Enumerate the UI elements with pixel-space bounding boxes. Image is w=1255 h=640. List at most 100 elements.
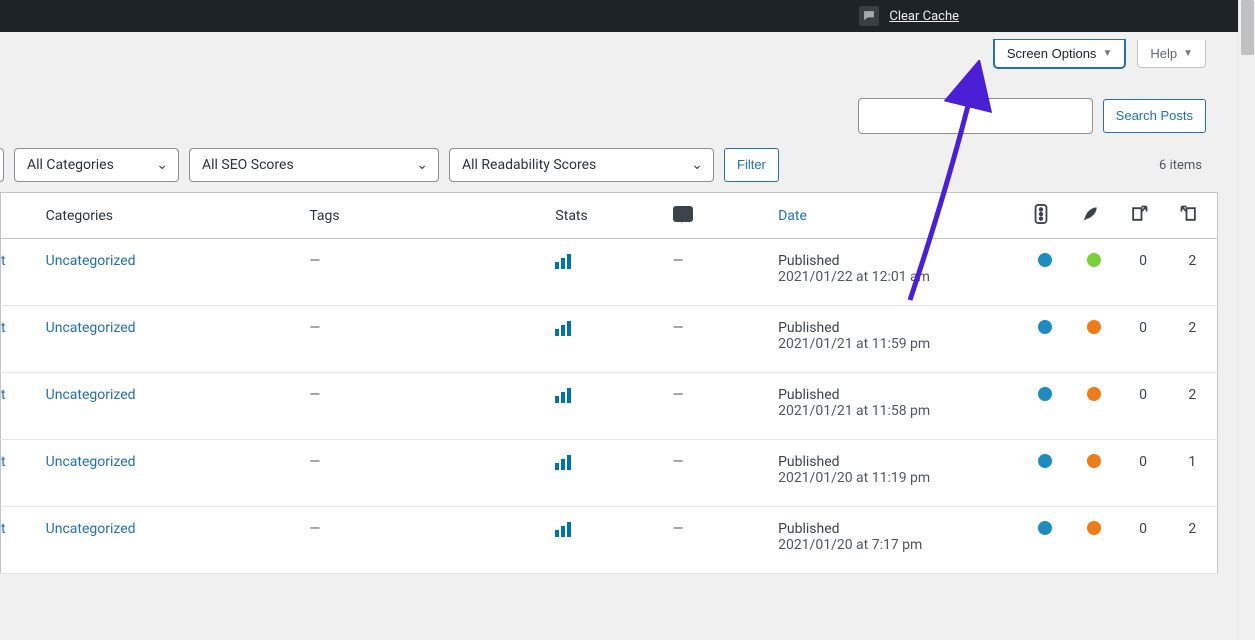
seo-dot <box>1038 521 1052 535</box>
admin-bar: Clear Cache <box>0 0 1255 32</box>
seo-dot <box>1038 387 1052 401</box>
filter-button[interactable]: Filter <box>724 148 779 182</box>
scrollbar-thumb[interactable] <box>1241 0 1254 55</box>
items-count: 6 items <box>1159 158 1206 173</box>
date-cell: Published 2021/01/20 at 11:19 pm <box>768 440 1020 507</box>
stats-icon[interactable] <box>555 454 571 470</box>
post-title-edge[interactable]: t <box>1 521 6 537</box>
col-comments[interactable] <box>663 193 768 239</box>
tablenav-top: ⌄ All Categories ⌄ All SEO Scores ⌄ All … <box>0 148 1218 192</box>
post-title-edge[interactable]: t <box>1 253 6 269</box>
category-link[interactable]: Uncategorized <box>46 454 136 470</box>
stats-icon[interactable] <box>555 521 571 537</box>
table-row: t Uncategorized — — Published 2021/01/21… <box>1 306 1218 373</box>
category-link[interactable]: Uncategorized <box>46 253 136 269</box>
post-title-edge[interactable]: t <box>1 320 6 336</box>
table-row: t Uncategorized — — Published 2021/01/20… <box>1 440 1218 507</box>
incoming-links-count: 2 <box>1168 239 1218 306</box>
tags-value: — <box>309 320 320 336</box>
stats-icon[interactable] <box>555 387 571 403</box>
post-date: 2021/01/22 at 12:01 am <box>778 269 1010 285</box>
screen-options-label: Screen Options <box>1007 46 1097 61</box>
incoming-links-count: 2 <box>1168 507 1218 574</box>
table-row: t Uncategorized — — Published 2021/01/21… <box>1 373 1218 440</box>
table-row: t Uncategorized — — Published 2021/01/22… <box>1 239 1218 306</box>
post-status: Published <box>778 387 1010 403</box>
outgoing-links-count: 0 <box>1118 507 1167 574</box>
clear-cache-link[interactable]: Clear Cache <box>889 9 959 24</box>
table-row: t Uncategorized — — Published 2021/01/20… <box>1 507 1218 574</box>
post-status: Published <box>778 320 1010 336</box>
post-date: 2021/01/21 at 11:59 pm <box>778 336 1010 352</box>
tags-value: — <box>309 253 320 269</box>
category-link[interactable]: Uncategorized <box>46 387 136 403</box>
category-link[interactable]: Uncategorized <box>46 521 136 537</box>
search-row: Search Posts <box>0 98 1206 134</box>
readability-dot <box>1087 521 1101 535</box>
posts-table: Categories Tags Stats Date <box>0 192 1218 574</box>
comment-icon <box>673 206 693 222</box>
col-seo-score <box>1020 193 1069 239</box>
comments-value: — <box>673 521 684 537</box>
bulk-select-partial[interactable]: ⌄ <box>0 148 4 182</box>
search-posts-button[interactable]: Search Posts <box>1103 99 1206 133</box>
comments-value: — <box>673 387 684 403</box>
col-incoming-links <box>1168 193 1218 239</box>
date-cell: Published 2021/01/21 at 11:59 pm <box>768 306 1020 373</box>
feather-icon <box>1079 203 1101 225</box>
stats-icon[interactable] <box>555 320 571 336</box>
search-posts-input[interactable] <box>858 98 1093 134</box>
date-cell: Published 2021/01/22 at 12:01 am <box>768 239 1020 306</box>
col-readability-score <box>1069 193 1118 239</box>
help-label: Help <box>1150 46 1177 61</box>
seo-dot <box>1038 253 1052 267</box>
outgoing-links-count: 0 <box>1118 373 1167 440</box>
seo-dot <box>1038 320 1052 334</box>
readability-dot <box>1087 387 1101 401</box>
filter-readability-label: All Readability Scores <box>462 157 596 173</box>
stats-icon[interactable] <box>555 253 571 269</box>
seo-dot <box>1038 454 1052 468</box>
help-button[interactable]: Help ▼ <box>1137 40 1206 68</box>
incoming-links-count: 2 <box>1168 373 1218 440</box>
incoming-links-icon <box>1178 203 1200 225</box>
filter-seo-select[interactable]: All SEO Scores ⌄ <box>189 148 439 182</box>
readability-dot <box>1087 253 1101 267</box>
col-date[interactable]: Date <box>768 193 1020 239</box>
col-categories[interactable]: Categories <box>36 193 300 239</box>
screen-options-button[interactable]: Screen Options ▼ <box>994 40 1126 68</box>
outgoing-links-icon <box>1128 203 1150 225</box>
post-title-edge[interactable]: t <box>1 387 6 403</box>
tags-value: — <box>309 521 320 537</box>
post-status: Published <box>778 521 1010 537</box>
readability-dot <box>1087 320 1101 334</box>
screen-meta-links: Screen Options ▼ Help ▼ <box>0 32 1218 68</box>
date-cell: Published 2021/01/20 at 7:17 pm <box>768 507 1020 574</box>
comments-value: — <box>673 253 684 269</box>
chevron-down-icon: ⌄ <box>416 157 428 173</box>
comment-admin-icon[interactable] <box>859 6 879 26</box>
category-link[interactable]: Uncategorized <box>46 320 136 336</box>
date-cell: Published 2021/01/21 at 11:58 pm <box>768 373 1020 440</box>
chevron-down-icon: ⌄ <box>156 157 168 173</box>
col-stats: Stats <box>545 193 662 239</box>
chevron-down-icon: ⌄ <box>691 157 703 173</box>
outgoing-links-count: 0 <box>1118 239 1167 306</box>
post-date: 2021/01/20 at 11:19 pm <box>778 470 1010 486</box>
post-status: Published <box>778 253 1010 269</box>
filter-categories-select[interactable]: All Categories ⌄ <box>14 148 179 182</box>
outgoing-links-count: 0 <box>1118 440 1167 507</box>
col-tags[interactable]: Tags <box>299 193 545 239</box>
caret-down-icon: ▼ <box>1102 48 1112 59</box>
col-outgoing-links <box>1118 193 1167 239</box>
post-title-edge[interactable]: t <box>1 454 6 470</box>
seo-score-icon <box>1030 203 1052 225</box>
filter-readability-select[interactable]: All Readability Scores ⌄ <box>449 148 714 182</box>
post-date: 2021/01/21 at 11:58 pm <box>778 403 1010 419</box>
readability-dot <box>1087 454 1101 468</box>
post-status: Published <box>778 454 1010 470</box>
filter-categories-label: All Categories <box>27 157 114 173</box>
vertical-scrollbar[interactable] <box>1238 0 1255 640</box>
tags-value: — <box>309 387 320 403</box>
col-title-edge <box>1 193 36 239</box>
